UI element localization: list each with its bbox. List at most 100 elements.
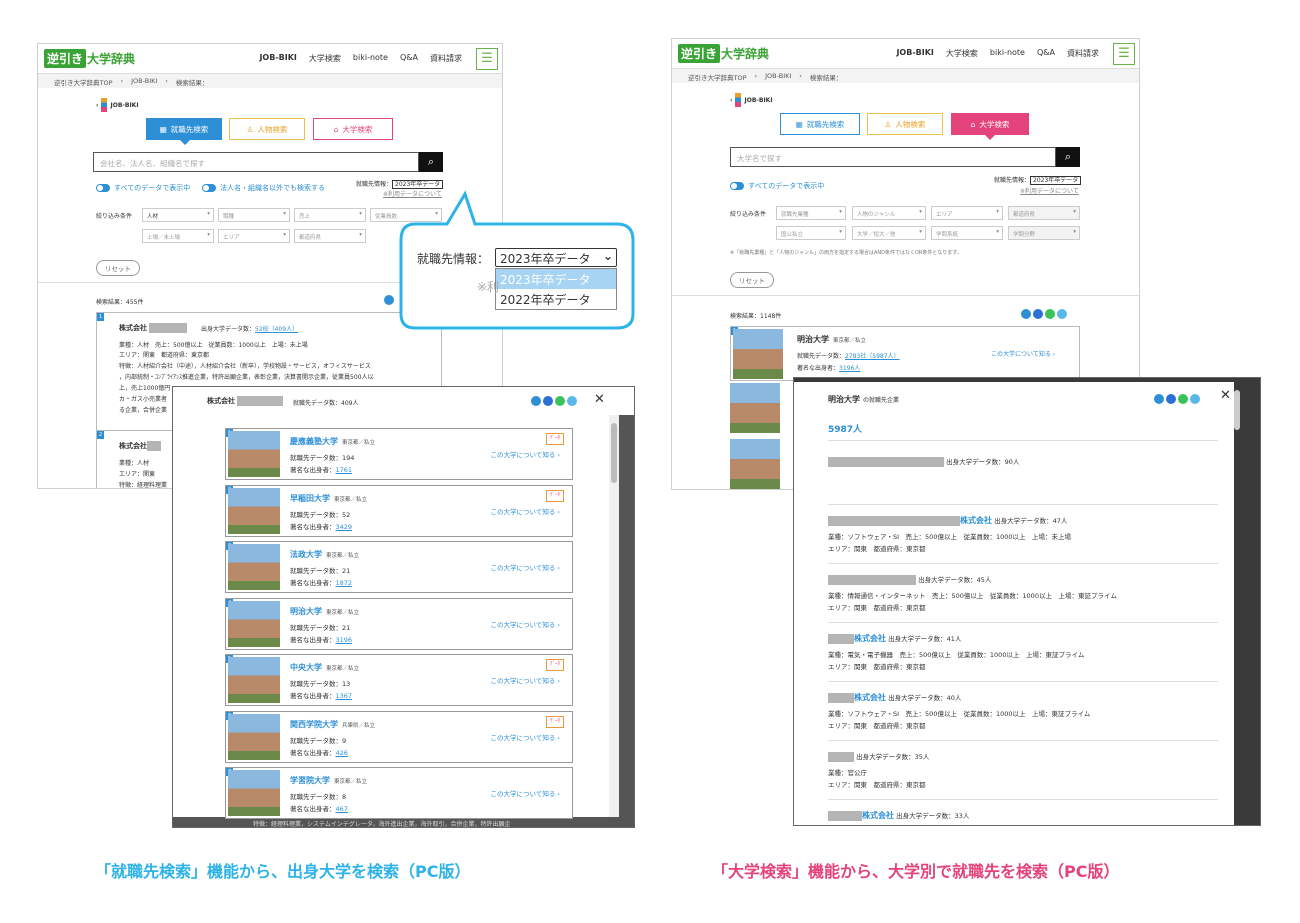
close-icon[interactable]: ✕ [1220, 388, 1231, 403]
count-link[interactable]: 52校（409人） [255, 326, 298, 333]
filter-academic-system[interactable]: 学問系統 [931, 226, 1003, 240]
university-name[interactable]: 学習院大学 東京都／私立 [290, 775, 367, 786]
nav-job-biki[interactable]: JOB-BIKI [896, 48, 933, 59]
alumni-link[interactable]: 3429 [336, 523, 353, 531]
filter-prefecture[interactable]: 都道府県 [1008, 206, 1080, 220]
line-icon[interactable] [1045, 309, 1055, 319]
tab-person-search[interactable]: ♙ 人物検索 [229, 118, 305, 140]
university-name[interactable]: 明治大学 東京都／私立 [797, 334, 866, 345]
company-name[interactable]: 株式会社 [854, 634, 886, 643]
learn-more-link[interactable]: この大学について知る › [491, 506, 560, 516]
scrollbar[interactable] [609, 415, 619, 817]
nav-job-biki[interactable]: JOB-BIKI [259, 53, 296, 64]
filter-sales[interactable]: 売上 [294, 208, 366, 222]
scrollbar-thumb[interactable] [611, 423, 617, 483]
toggle-all-data[interactable]: すべてのデータで表示中 [730, 181, 824, 191]
filter-prefecture[interactable]: 都道府県 [294, 229, 366, 243]
university-row[interactable]: 7学習院大学東京都／私立就職先データ数：8著名な出身者：467この大学について知… [225, 767, 573, 819]
filter-national-private[interactable]: 国公私立 [776, 226, 846, 240]
university-row[interactable]: 2早稲田大学東京都／私立就職先データ数：52著名な出身者：3429この大学につい… [225, 484, 573, 537]
nav-request[interactable]: 資料請求 [1067, 48, 1099, 59]
nav-biki-note[interactable]: biki-note [353, 53, 388, 64]
university-name[interactable]: 関西学院大学 兵庫県／私立 [290, 719, 375, 730]
twitter-icon[interactable] [384, 295, 394, 305]
filter-genre[interactable]: 人物のジャンル [852, 206, 926, 220]
nav-university-search[interactable]: 大学検索 [946, 48, 978, 59]
search-icon[interactable]: ⌕ [419, 152, 443, 172]
twitter-icon[interactable] [1154, 394, 1164, 404]
university-row[interactable]: 6関西学院大学兵庫県／私立就職先データ数：9著名な出身者：426この大学について… [225, 710, 573, 763]
company-row[interactable]: 出身大学データ数：35人 業種：官公庁 エリア：関東 都道府県：東京都 [828, 751, 929, 791]
scrollbar[interactable] [1234, 390, 1240, 430]
company-name[interactable]: 株式会社 [862, 811, 894, 820]
hamburger-icon[interactable]: ☰ [476, 48, 498, 70]
tab-university-search[interactable]: ⌂ 大学検索 [951, 113, 1029, 135]
learn-more-link[interactable]: この大学について知る › [491, 732, 560, 742]
alumni-link[interactable]: 1872 [336, 579, 353, 587]
university-name[interactable]: 早稲田大学 東京都／私立 [290, 493, 367, 504]
learn-more-link[interactable]: この大学について知る › [491, 675, 560, 685]
learn-more-link[interactable]: この大学について知る › [491, 449, 560, 459]
university-search-input[interactable]: 大学名で探す [730, 147, 1056, 167]
alumni-link[interactable]: 3196人 [839, 365, 860, 372]
breadcrumb-jobbiki[interactable]: JOB-BIKI [765, 72, 791, 80]
facebook-icon[interactable] [543, 396, 553, 406]
company-row[interactable]: 出身大学データ数：45人 業種：情報通信・インターネット 売上：500億以上 従業… [828, 574, 1117, 614]
learn-more-link[interactable]: この大学について知る › [491, 562, 560, 572]
filter-area[interactable]: エリア [931, 206, 1003, 220]
alumni-link[interactable]: 1367 [336, 692, 353, 700]
company-row[interactable]: 株式会社 出身大学データ数：33人業種：電気・電子機器 売上：500億以上 従業… [828, 810, 1084, 825]
usage-data-link[interactable]: ※利用データについて [1020, 186, 1079, 195]
breadcrumb-jobbiki[interactable]: JOB-BIKI [131, 77, 157, 85]
filter-industry[interactable]: 人材 [142, 208, 214, 222]
company-row[interactable]: 出身大学データ数：90人 [828, 456, 1019, 468]
nav-university-search[interactable]: 大学検索 [309, 53, 341, 64]
company-search-input[interactable]: 会社名、法人名、組織名で探す [93, 152, 419, 172]
nav-qa[interactable]: Q&A [400, 53, 418, 64]
tab-company-search[interactable]: ▦ 就職先検索 [146, 118, 222, 140]
university-row[interactable]: 3法政大学東京都／私立就職先データ数：21著名な出身者：1872この大学について… [225, 541, 573, 593]
university-name[interactable]: 法政大学 東京都／私立 [290, 549, 359, 560]
university-name[interactable]: 明治大学 東京都／私立 [290, 606, 359, 617]
facebook-icon[interactable] [1166, 394, 1176, 404]
company-name[interactable]: 株式会社 [119, 323, 187, 333]
site-logo[interactable]: 逆引き 大学辞典 [44, 49, 135, 68]
learn-more-link[interactable]: この大学について知る › [991, 349, 1055, 358]
facebook-icon[interactable] [1033, 309, 1043, 319]
year-option-2023[interactable]: 2023年卒データ [496, 269, 616, 289]
university-row[interactable]: 1慶應義塾大学東京都／私立就職先データ数：194著名な出身者：1761この大学に… [225, 428, 573, 480]
tab-company-search[interactable]: ▦ 就職先検索 [780, 113, 860, 135]
reset-button[interactable]: リセット [96, 260, 140, 276]
alumni-link[interactable]: 467 [336, 805, 348, 813]
site-logo[interactable]: 逆引き 大学辞典 [678, 44, 769, 63]
learn-more-link[interactable]: この大学について知る › [491, 619, 560, 629]
emp-link[interactable]: 2783社（5987人） [845, 353, 900, 360]
line-icon[interactable] [555, 396, 565, 406]
breadcrumb-top[interactable]: 逆引き大学辞典TOP [688, 72, 747, 82]
search-icon[interactable]: ⌕ [1056, 147, 1080, 167]
hamburger-icon[interactable]: ☰ [1113, 43, 1135, 65]
link-icon[interactable] [1057, 309, 1067, 319]
nav-request[interactable]: 資料請求 [430, 53, 462, 64]
tab-person-search[interactable]: ♙ 人物検索 [867, 113, 943, 135]
filter-listed[interactable]: 上場／未上場 [142, 229, 214, 243]
close-icon[interactable]: ✕ [594, 392, 605, 407]
alumni-link[interactable]: 1761 [336, 466, 353, 474]
company-row[interactable]: 株式会社 出身大学データ数：41人 業種：電気・電子機器 売上：500億以上 従業… [828, 633, 1084, 673]
university-name[interactable]: 慶應義塾大学 東京都／私立 [290, 436, 375, 447]
filter-job[interactable]: 職種 [218, 208, 290, 222]
filter-area[interactable]: エリア [218, 229, 290, 243]
back-chevron-icon[interactable]: ‹ [730, 97, 732, 104]
line-icon[interactable] [1178, 394, 1188, 404]
link-icon[interactable] [567, 396, 577, 406]
company-name[interactable]: 株式会社 [960, 516, 992, 525]
breadcrumb-top[interactable]: 逆引き大学辞典TOP [54, 77, 113, 87]
toggle-all-data[interactable]: すべてのデータで表示中 [96, 183, 190, 193]
info-select-small[interactable]: 就職先情報： 2023年卒データ [994, 175, 1082, 185]
filter-academic-field[interactable]: 学問分野 [1008, 226, 1080, 240]
info-select-small[interactable]: 就職先情報： 2023年卒データ [356, 179, 444, 189]
university-row[interactable]: 5中央大学東京都／私立就職先データ数：13著名な出身者：1367この大学について… [225, 654, 573, 706]
tab-university-search[interactable]: ⌂ 大学検索 [313, 118, 393, 140]
nav-biki-note[interactable]: biki-note [990, 48, 1025, 59]
company-row[interactable]: 株式会社 出身大学データ数：47人 業種：ソフトウェア・SI 売上：500億以上 … [828, 515, 1071, 555]
